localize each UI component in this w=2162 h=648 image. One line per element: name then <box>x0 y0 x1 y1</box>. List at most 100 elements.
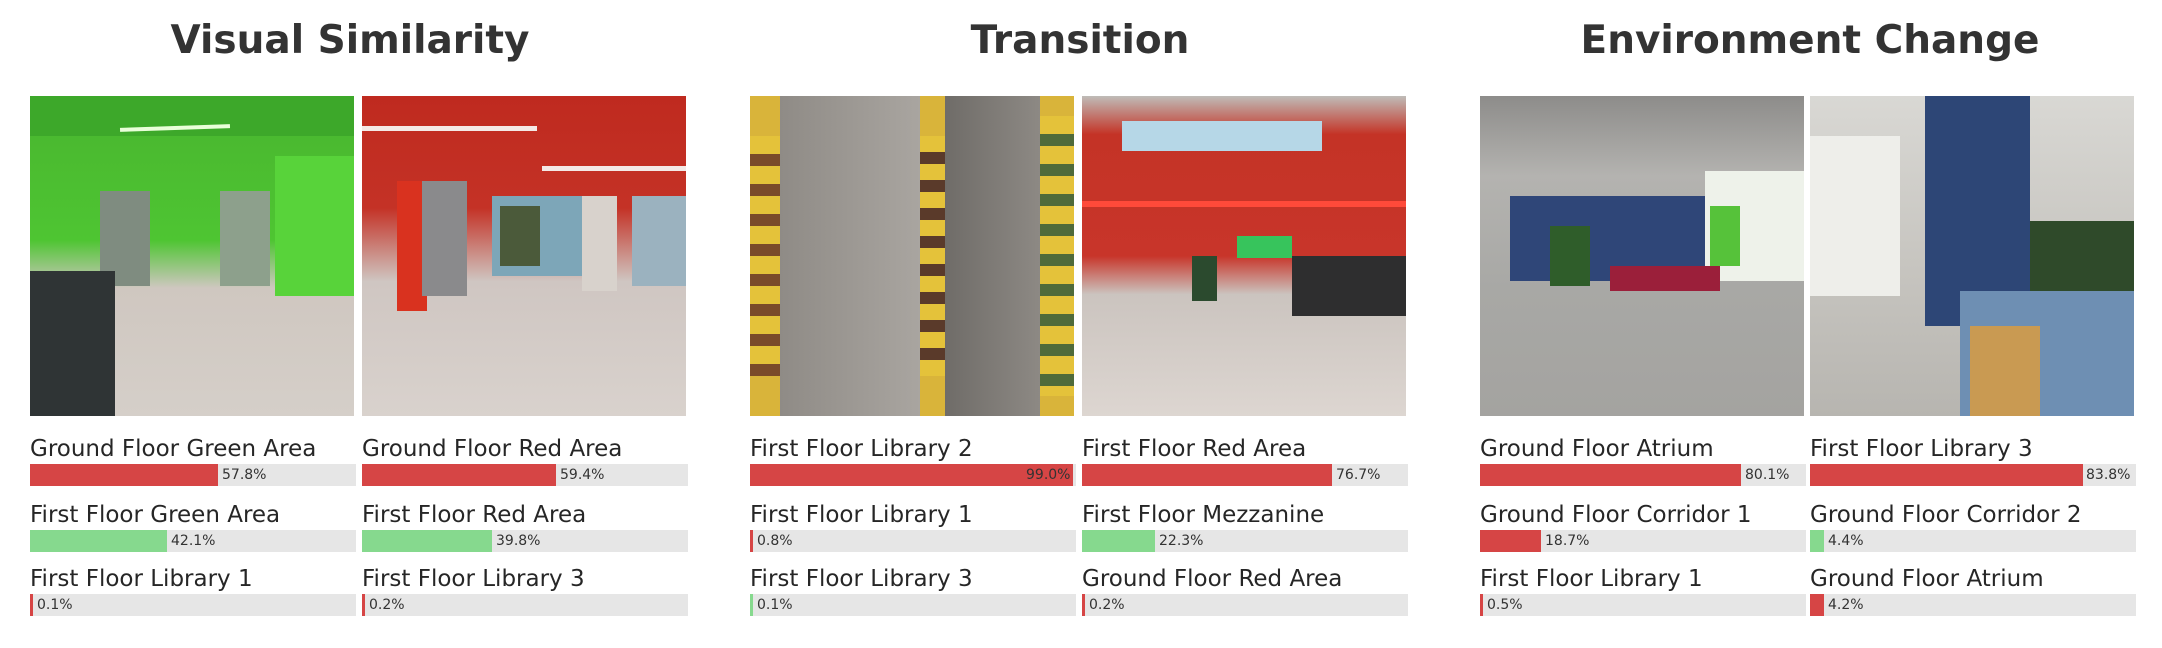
prediction-label: First Floor Library 2 <box>750 436 973 462</box>
probability-track: 0.8% <box>750 530 1076 552</box>
probability-bar <box>30 530 167 552</box>
prediction-label: First Floor Library 1 <box>750 502 973 528</box>
probability-value: 0.2% <box>369 597 405 613</box>
prediction-label: Ground Floor Red Area <box>1082 566 1343 592</box>
probability-value: 0.1% <box>37 597 73 613</box>
photo-detail <box>30 96 354 136</box>
probability-bar <box>362 594 365 616</box>
photo-detail <box>1122 121 1322 151</box>
probability-value: 18.7% <box>1545 533 1590 549</box>
prediction-row: First Floor Mezzanine 22.3% <box>1082 502 1410 562</box>
prediction-row: First Floor Library 3 83.8% <box>1810 436 2138 496</box>
example-column: First Floor Red Area 76.7% First Floor M… <box>1082 0 1410 648</box>
prediction-label: First Floor Library 3 <box>1810 436 2033 462</box>
prediction-row: Ground Floor Atrium 80.1% <box>1480 436 1808 496</box>
prediction-row: First Floor Library 1 0.5% <box>1480 566 1808 626</box>
example-column: Ground Floor Green Area 57.8% First Floo… <box>30 0 358 648</box>
probability-value: 80.1% <box>1745 467 1790 483</box>
probability-bar <box>1810 594 1824 616</box>
photo-detail <box>422 181 467 296</box>
photo-detail <box>500 206 540 266</box>
probability-bar <box>1810 530 1824 552</box>
probability-track: 59.4% <box>362 464 688 486</box>
scene-photo <box>1082 96 1406 416</box>
prediction-row: Ground Floor Atrium 4.2% <box>1810 566 2138 626</box>
photo-detail <box>1970 326 2040 416</box>
prediction-label: First Floor Library 1 <box>30 566 253 592</box>
probability-track: 57.8% <box>30 464 356 486</box>
probability-track: 0.1% <box>30 594 356 616</box>
photo-detail <box>362 126 537 131</box>
probability-bar <box>30 464 218 486</box>
probability-bar <box>1480 594 1483 616</box>
photo-detail <box>1810 136 1900 296</box>
prediction-row: Ground Floor Corridor 1 18.7% <box>1480 502 1808 562</box>
scene-photo <box>362 96 686 416</box>
probability-track: 0.5% <box>1480 594 1806 616</box>
prediction-label: First Floor Library 3 <box>362 566 585 592</box>
probability-bar <box>1480 530 1541 552</box>
photo-detail <box>920 136 945 376</box>
photo-detail <box>582 196 617 291</box>
prediction-label: Ground Floor Corridor 2 <box>1810 502 2082 528</box>
probability-value: 59.4% <box>560 467 605 483</box>
example-column: First Floor Library 2 99.0% First Floor … <box>750 0 1078 648</box>
probability-bar <box>362 464 556 486</box>
section-environment-change: Environment Change Ground Floor Atrium 8… <box>1480 0 2140 648</box>
probability-value: 4.2% <box>1828 597 1864 613</box>
prediction-label: First Floor Red Area <box>362 502 587 528</box>
photo-detail <box>1292 256 1406 316</box>
prediction-row: Ground Floor Green Area 57.8% <box>30 436 358 496</box>
prediction-row: First Floor Red Area 76.7% <box>1082 436 1410 496</box>
prediction-row: Ground Floor Red Area 0.2% <box>1082 566 1410 626</box>
example-column: Ground Floor Atrium 80.1% Ground Floor C… <box>1480 0 1808 648</box>
probability-track: 18.7% <box>1480 530 1806 552</box>
section-transition: Transition First Floor Library 2 99.0% F… <box>750 0 1410 648</box>
prediction-label: First Floor Green Area <box>30 502 281 528</box>
probability-value: 4.4% <box>1828 533 1864 549</box>
photo-detail <box>750 136 780 376</box>
photo-detail <box>1550 226 1590 286</box>
prediction-label: Ground Floor Corridor 1 <box>1480 502 1752 528</box>
photo-detail <box>30 271 115 416</box>
photo-detail <box>542 166 686 171</box>
probability-value: 83.8% <box>2086 467 2131 483</box>
probability-value: 57.8% <box>222 467 267 483</box>
prediction-label: Ground Floor Atrium <box>1480 436 1714 462</box>
probability-value: 0.2% <box>1089 597 1125 613</box>
probability-bar <box>1810 464 2083 486</box>
probability-value: 0.5% <box>1487 597 1523 613</box>
photo-detail <box>220 191 270 286</box>
probability-track: 0.1% <box>750 594 1076 616</box>
probability-track: 76.7% <box>1082 464 1408 486</box>
prediction-row: First Floor Red Area 39.8% <box>362 502 690 562</box>
photo-detail <box>632 196 686 286</box>
photo-detail <box>1710 206 1740 266</box>
probability-value: 22.3% <box>1159 533 1204 549</box>
prediction-row: First Floor Library 2 99.0% <box>750 436 1078 496</box>
example-column: First Floor Library 3 83.8% Ground Floor… <box>1810 0 2138 648</box>
probability-track: 22.3% <box>1082 530 1408 552</box>
prediction-label: Ground Floor Green Area <box>30 436 317 462</box>
probability-track: 0.2% <box>1082 594 1408 616</box>
scene-photo <box>750 96 1074 416</box>
photo-detail <box>1610 266 1720 291</box>
section-visual-similarity: Visual Similarity Ground Floor Green Are… <box>20 0 688 648</box>
prediction-label: Ground Floor Atrium <box>1810 566 2044 592</box>
photo-detail <box>945 96 1040 416</box>
example-column: Ground Floor Red Area 59.4% First Floor … <box>362 0 690 648</box>
prediction-label: First Floor Library 1 <box>1480 566 1703 592</box>
scene-photo <box>30 96 354 416</box>
photo-detail <box>1192 256 1217 301</box>
probability-value: 76.7% <box>1336 467 1381 483</box>
photo-detail <box>275 156 354 296</box>
probability-value: 42.1% <box>171 533 216 549</box>
probability-value: 99.0% <box>1026 467 1071 483</box>
probability-bar <box>362 530 492 552</box>
prediction-label: First Floor Mezzanine <box>1082 502 1325 528</box>
probability-bar <box>750 464 1073 486</box>
probability-track: 0.2% <box>362 594 688 616</box>
probability-track: 39.8% <box>362 530 688 552</box>
prediction-label: First Floor Red Area <box>1082 436 1307 462</box>
probability-value: 0.1% <box>757 597 793 613</box>
